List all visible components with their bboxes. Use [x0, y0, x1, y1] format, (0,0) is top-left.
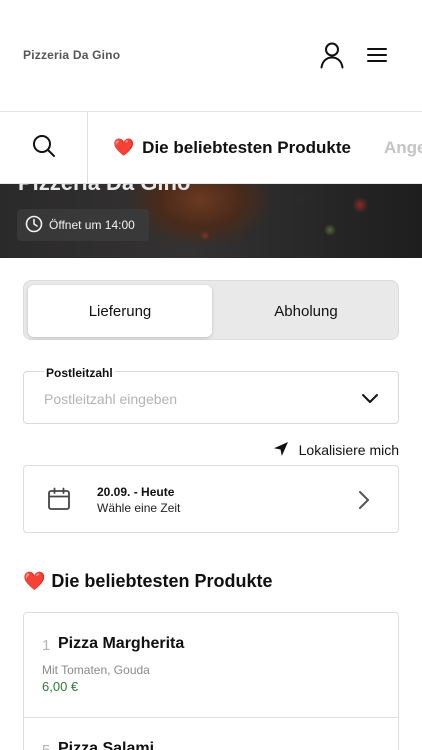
delivery-option[interactable]: Lieferung — [28, 285, 212, 337]
product-number: 1 — [42, 637, 51, 654]
category-tab-next[interactable]: Ange — [384, 112, 422, 183]
chevron-down-icon[interactable] — [360, 390, 380, 406]
menu-icon[interactable] — [362, 40, 392, 70]
section-title-text: Die beliebtesten Produkte — [51, 571, 273, 591]
locate-me-link[interactable]: Lokalisiere mich — [273, 440, 399, 460]
location-arrow-icon — [273, 441, 289, 460]
zip-label: Postleitzahl — [44, 366, 115, 380]
opening-badge: Öffnet um 14:00 — [17, 209, 149, 241]
locate-me-label: Lokalisiere mich — [298, 442, 399, 458]
zip-input[interactable] — [44, 391, 344, 407]
search-button[interactable] — [0, 112, 88, 183]
product-item[interactable]: 5 Pizza Salami — [24, 718, 398, 750]
user-icon[interactable] — [317, 40, 347, 70]
category-bar: ❤️ Die beliebtesten Produkte Ange — [0, 112, 422, 184]
product-price: 6,00 € — [42, 679, 79, 694]
chevron-right-icon — [358, 490, 370, 510]
product-number: 5 — [42, 742, 50, 750]
app-header: Pizzeria Da Gino — [0, 0, 422, 112]
product-item[interactable]: 1 Pizza Margherita Mit Tomaten, Gouda 6,… — [24, 613, 398, 718]
product-list: 1 Pizza Margherita Mit Tomaten, Gouda 6,… — [23, 612, 399, 750]
product-name: Pizza Salami — [58, 740, 155, 750]
product-name: Pizza Margherita — [58, 635, 185, 652]
time-date: 20.09. - Heute — [97, 485, 175, 499]
time-selector[interactable]: 20.09. - Heute Wähle eine Zeit — [23, 465, 399, 533]
clock-icon — [25, 215, 43, 236]
brand-name[interactable]: Pizzeria Da Gino — [23, 48, 120, 62]
time-subtitle: Wähle eine Zeit — [97, 501, 181, 515]
order-mode-toggle: Lieferung Abholung — [23, 280, 399, 340]
zip-field[interactable]: Postleitzahl — [23, 366, 399, 424]
heart-icon: ❤️ — [113, 138, 135, 157]
pickup-option[interactable]: Abholung — [216, 285, 396, 337]
category-tab-popular[interactable]: ❤️ Die beliebtesten Produkte — [113, 112, 351, 183]
heart-icon: ❤️ — [23, 571, 46, 591]
search-icon — [31, 133, 57, 164]
opening-time-text: Öffnet um 14:00 — [49, 218, 135, 232]
calendar-icon — [46, 486, 72, 512]
category-tab-label: Die beliebtesten Produkte — [142, 138, 351, 157]
product-description: Mit Tomaten, Gouda — [42, 663, 150, 677]
section-heading: ❤️ Die beliebtesten Produkte — [23, 571, 272, 592]
